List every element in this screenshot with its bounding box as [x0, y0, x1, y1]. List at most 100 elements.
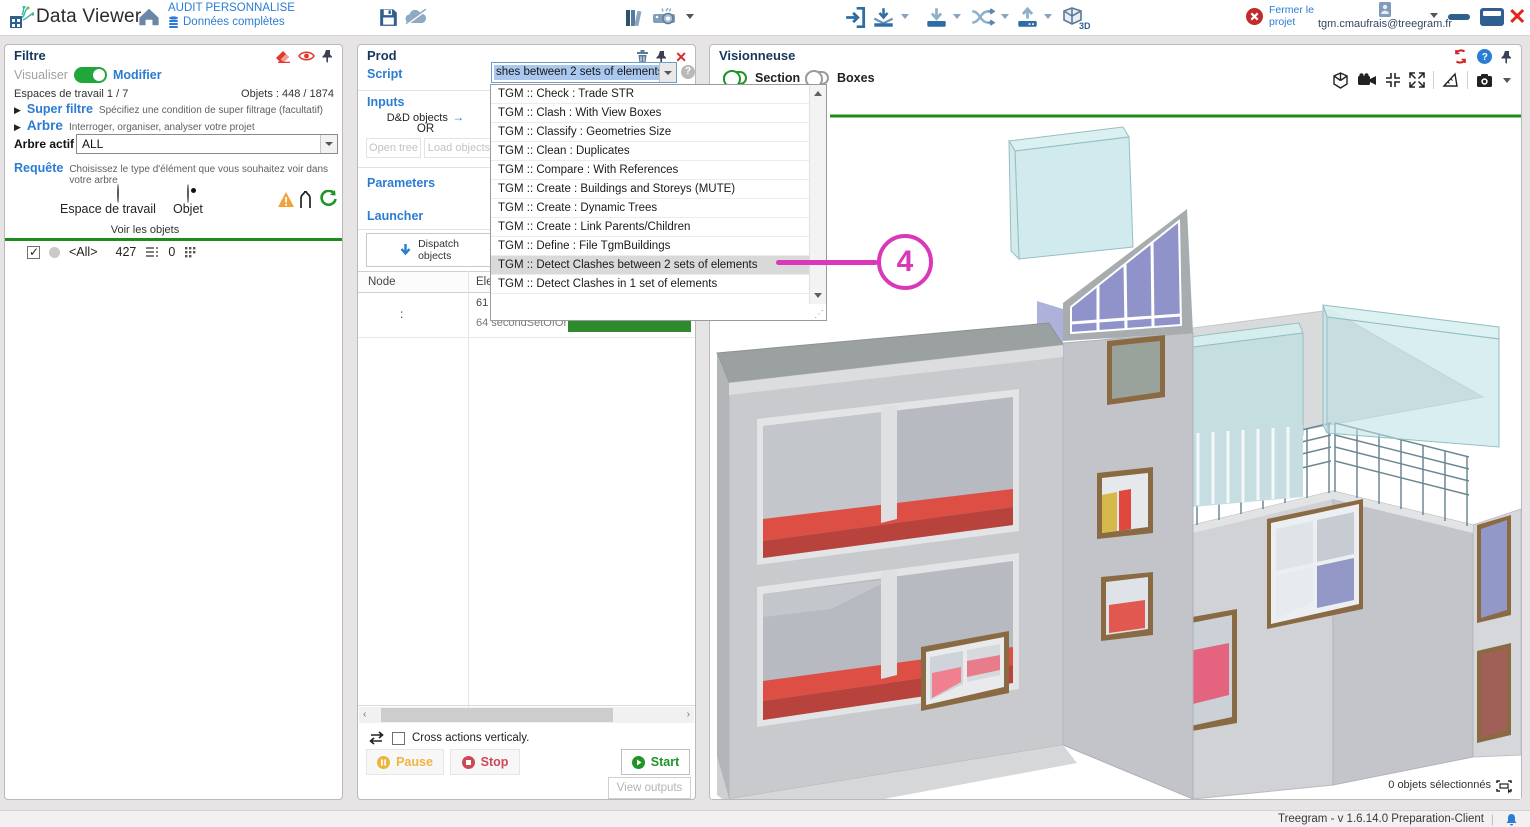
load-objects-button[interactable]: Load objects [424, 138, 494, 158]
radio-object-label[interactable]: Objet [173, 202, 203, 216]
tree-root-row[interactable]: <All> 427 0 [27, 245, 196, 259]
snapshot-icon[interactable] [1476, 73, 1495, 88]
snapshot-caret[interactable] [1503, 78, 1511, 83]
stop-button[interactable]: Stop [450, 749, 520, 775]
close-panel-icon[interactable]: ✕ [675, 50, 687, 64]
eye-icon[interactable] [298, 50, 315, 62]
3d-model[interactable] [711, 95, 1521, 799]
section-toggle[interactable] [723, 71, 747, 85]
scrollbar-thumb[interactable] [381, 708, 613, 722]
radio-workspace-label[interactable]: Espace de travail [60, 202, 230, 216]
expand-arrow-icon[interactable]: ▶ [14, 105, 21, 116]
sync-disabled-icon[interactable] [1453, 49, 1468, 64]
open-tree-button[interactable]: Open tree [366, 138, 421, 158]
inputs-label: Inputs [367, 95, 405, 109]
top-toolbar: Data Viewer AUDIT PERSONNALISE Données c… [0, 0, 1530, 36]
boxes-toggle[interactable] [805, 71, 829, 85]
download-reference-icon[interactable] [872, 7, 895, 28]
pin-icon[interactable] [322, 49, 334, 63]
user-email: tgm.cmaufrais@treegram.fr [1318, 18, 1452, 30]
shuffle-caret[interactable] [1001, 14, 1009, 19]
close-project-label-2: projet [1269, 16, 1295, 28]
super-filter-section[interactable]: ▶ Super filtre Spécifiez une condition d… [14, 102, 323, 116]
cross-actions-checkbox[interactable] [392, 732, 405, 745]
svg-text:3D: 3D [1079, 21, 1090, 31]
window-close-button[interactable]: ✕ [1508, 5, 1526, 29]
zoom-fit-icon[interactable] [1385, 72, 1401, 88]
dropdown-item[interactable]: TGM :: Clean : Duplicates [491, 142, 809, 161]
dropdown-scrollbar[interactable] [809, 85, 826, 304]
upload-caret[interactable] [1044, 14, 1052, 19]
notifications-bell-icon[interactable] [1505, 813, 1518, 826]
annotation-step-badge: 4 [877, 234, 933, 290]
help-icon[interactable]: ? [1477, 49, 1492, 64]
view-outputs-button[interactable]: View outputs [608, 777, 691, 799]
boxes-toggle-group[interactable]: Boxes [805, 71, 875, 85]
radio-workspace[interactable] [117, 184, 119, 203]
horizontal-scrollbar[interactable]: ‹ › [359, 707, 694, 723]
dropdown-item[interactable]: TGM :: Classify : Geometries Size [491, 123, 809, 142]
dropdown-item[interactable]: TGM :: Compare : With References [491, 161, 809, 180]
tree-checkbox[interactable] [27, 246, 40, 259]
upload-icon[interactable] [1016, 7, 1039, 28]
projector-menu-caret[interactable] [686, 14, 694, 19]
tree-section[interactable]: ▶ Arbre Interroger, organiser, analyser … [14, 118, 255, 133]
swap-icon [368, 731, 385, 745]
library-icon[interactable] [624, 7, 646, 28]
section-toggle-group[interactable]: Section [723, 71, 800, 85]
workspaces-count: Espaces de travail 1 / 7 [14, 88, 128, 100]
visualiser-label: Visualiser [14, 68, 68, 82]
import-icon[interactable] [845, 7, 866, 28]
3d-viewport[interactable] [711, 95, 1521, 799]
dropdown-item[interactable]: TGM :: Create : Dynamic Trees [491, 199, 809, 218]
window [1267, 499, 1363, 629]
dispatch-objects-button[interactable]: Dispatchobjects [366, 233, 492, 267]
pause-button[interactable]: Pause [366, 749, 444, 775]
3d-cube-icon[interactable]: 3D [1062, 6, 1090, 31]
download-objects-icon[interactable] [925, 7, 948, 28]
select-caret-icon[interactable] [320, 135, 337, 153]
window-maximize-button[interactable] [1480, 8, 1504, 26]
video-camera-icon[interactable] [1357, 73, 1377, 87]
dropdown-resize-grip[interactable]: ⋰ [814, 309, 824, 320]
tree-structure-icon[interactable] [297, 189, 314, 209]
mode-toggle[interactable] [74, 67, 107, 83]
home-icon[interactable] [138, 7, 160, 27]
script-help-icon[interactable]: ? [681, 65, 695, 79]
cube-view-icon[interactable] [1332, 72, 1349, 89]
script-combobox[interactable]: shes between 2 sets of elements [491, 62, 677, 83]
tree-section-hint: Interroger, organiser, analyser votre pr… [69, 122, 255, 133]
projector-icon[interactable] [652, 8, 680, 26]
save-icon[interactable] [379, 8, 398, 27]
dropdown-item[interactable]: TGM :: Create : Link Parents/Children [491, 218, 809, 237]
radio-object[interactable] [187, 184, 189, 203]
pause-icon [377, 756, 390, 769]
node-cell[interactable]: : [400, 307, 403, 321]
dropdown-item[interactable]: TGM :: Detect Clashes in 1 set of elemen… [491, 275, 809, 294]
modifier-label: Modifier [113, 68, 162, 82]
measure-icon[interactable] [1442, 72, 1459, 88]
dropdown-item-highlighted[interactable]: TGM :: Detect Clashes between 2 sets of … [491, 256, 809, 275]
download-caret[interactable] [901, 14, 909, 19]
expand-icon[interactable] [1409, 72, 1425, 88]
script-combobox-caret[interactable] [659, 63, 676, 82]
start-button[interactable]: Start [621, 749, 690, 775]
active-tree-select[interactable]: ALL [76, 134, 338, 154]
pin-icon[interactable] [1501, 50, 1513, 64]
dropdown-item[interactable]: TGM :: Clash : With View Boxes [491, 104, 809, 123]
download-objects-caret[interactable] [953, 14, 961, 19]
dropdown-item[interactable]: TGM :: Check : Trade STR [491, 85, 809, 104]
close-project-button[interactable]: Fermer leprojet [1246, 4, 1314, 28]
dropdown-item[interactable]: TGM :: Create : Buildings and Storeys (M… [491, 180, 809, 199]
expand-arrow-icon[interactable]: ▶ [14, 122, 21, 133]
refresh-icon[interactable] [319, 190, 338, 208]
cloud-offline-icon[interactable] [404, 9, 428, 26]
dropdown-item[interactable]: TGM :: Define : File TgmBuildings [491, 237, 809, 256]
window-minimize-button[interactable] [1448, 14, 1470, 20]
column-node: Node [368, 276, 396, 288]
cross-actions-label[interactable]: Cross actions verticaly. [412, 732, 529, 744]
project-context[interactable]: AUDIT PERSONNALISE Données complètes [168, 2, 295, 28]
user-menu-caret[interactable] [1430, 13, 1438, 18]
eraser-icon[interactable] [275, 50, 291, 63]
shuffle-icon[interactable] [971, 8, 996, 26]
